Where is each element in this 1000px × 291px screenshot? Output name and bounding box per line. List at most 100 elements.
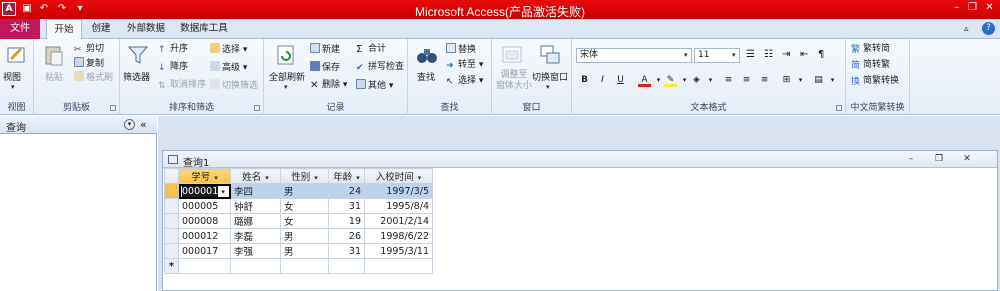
- goto-button[interactable]: ➜ 转至 ▾: [446, 59, 483, 71]
- refresh-all-icon[interactable]: [274, 43, 298, 67]
- alt-row-color-dropdown-icon[interactable]: ▾: [826, 73, 839, 87]
- refresh-all-button[interactable]: 全部刷新: [269, 70, 305, 83]
- table-cell-name[interactable]: 璐娜: [230, 213, 281, 229]
- switch-windows-dropdown-icon[interactable]: ▾: [546, 83, 550, 91]
- filter-icon[interactable]: [126, 43, 150, 67]
- table-cell-student-id[interactable]: 000012: [178, 228, 231, 244]
- copy-button[interactable]: 复制: [74, 57, 104, 70]
- row-selector[interactable]: [164, 243, 179, 259]
- column-dropdown-icon[interactable]: ▾: [356, 174, 360, 182]
- table-cell-age[interactable]: 24: [328, 183, 365, 199]
- sort-filter-launcher-icon[interactable]: [254, 105, 260, 111]
- new-record-button[interactable]: 新建: [310, 43, 340, 56]
- table-cell-enroll-date[interactable]: 2001/2/14: [364, 213, 433, 229]
- tab-home[interactable]: 开始: [46, 19, 82, 40]
- ribbon-minimize-icon[interactable]: ▵: [964, 23, 969, 35]
- view-icon[interactable]: [5, 43, 29, 67]
- column-dropdown-icon[interactable]: ▾: [265, 174, 269, 182]
- restore-icon[interactable]: ❐: [966, 1, 979, 15]
- sort-ascending-button[interactable]: ↑ 升序: [158, 43, 188, 55]
- new-record-row[interactable]: *: [164, 258, 433, 274]
- bold-button[interactable]: B: [578, 73, 591, 87]
- table-cell-enroll-date[interactable]: 1995/3/11: [364, 243, 433, 259]
- select-all-corner[interactable]: [164, 168, 179, 184]
- switch-windows-icon[interactable]: [538, 43, 562, 67]
- table-cell-student-id[interactable]: [178, 258, 231, 274]
- query-minimize-icon[interactable]: –: [905, 153, 917, 165]
- table-cell-enroll-date[interactable]: 1998/6/22: [364, 228, 433, 244]
- more-button[interactable]: 其他 ▾: [356, 79, 393, 92]
- nav-dropdown-icon[interactable]: ▾: [124, 119, 135, 130]
- minimize-icon[interactable]: –: [950, 1, 963, 15]
- select-button[interactable]: ↖ 选择 ▾: [446, 75, 483, 87]
- size-to-fit-icon[interactable]: [500, 43, 524, 67]
- paste-button[interactable]: 粘贴: [45, 70, 63, 83]
- table-row[interactable]: 000012 李磊 男 26 1998/6/22: [164, 228, 433, 244]
- background-color-icon[interactable]: ◈: [690, 73, 703, 87]
- font-size-dropdown-icon[interactable]: ▾: [732, 49, 736, 61]
- outdent-icon[interactable]: ⇤: [800, 49, 808, 61]
- selection-button[interactable]: 选择 ▾: [210, 43, 247, 56]
- switch-windows-button[interactable]: 切换窗口: [532, 70, 568, 83]
- help-icon[interactable]: ?: [982, 22, 995, 35]
- tab-external-data[interactable]: 外部数据: [122, 19, 170, 39]
- clipboard-launcher-icon[interactable]: [110, 105, 116, 111]
- align-left-icon[interactable]: ≡: [722, 73, 735, 87]
- align-right-icon[interactable]: ≡: [758, 73, 771, 87]
- table-cell-age[interactable]: 26: [328, 228, 365, 244]
- row-selector[interactable]: [164, 213, 179, 229]
- advanced-button[interactable]: 高级 ▾: [210, 61, 247, 74]
- new-record-marker[interactable]: *: [164, 258, 179, 274]
- size-to-fit-button[interactable]: 调整至 窗体大小: [496, 70, 532, 92]
- cell-dropdown-icon[interactable]: ▾: [221, 188, 225, 196]
- tab-database-tools[interactable]: 数据库工具: [174, 19, 234, 39]
- column-header-student-id[interactable]: 学号 ▾: [178, 168, 231, 184]
- column-header-gender[interactable]: 性别 ▾: [280, 168, 329, 184]
- column-dropdown-icon[interactable]: ▾: [214, 174, 218, 182]
- table-cell-name[interactable]: 李磊: [230, 228, 281, 244]
- find-button[interactable]: 查找: [417, 70, 435, 83]
- query-restore-icon[interactable]: ❐: [933, 153, 945, 165]
- table-cell-name[interactable]: 李四: [230, 183, 281, 199]
- numbering-icon[interactable]: ☷: [764, 49, 773, 61]
- row-selector[interactable]: [164, 228, 179, 244]
- totals-button[interactable]: Σ 合计: [356, 43, 386, 55]
- italic-button[interactable]: I: [596, 73, 609, 87]
- tab-create[interactable]: 创建: [86, 19, 116, 39]
- table-cell-age[interactable]: [328, 258, 365, 274]
- query-close-icon[interactable]: ✕: [961, 153, 973, 165]
- gridlines-icon[interactable]: ⊞: [780, 73, 793, 87]
- delete-record-button[interactable]: ✕ 删除 ▾: [310, 79, 347, 91]
- table-cell-gender[interactable]: 女: [280, 198, 329, 214]
- align-center-icon[interactable]: ≡: [740, 73, 753, 87]
- cut-button[interactable]: ✂ 剪切: [74, 43, 104, 55]
- toggle-filter-button[interactable]: 切换筛选: [210, 79, 258, 92]
- table-cell-student-id[interactable]: 000005: [178, 198, 231, 214]
- table-row[interactable]: 000017 李强 男 31 1995/3/11: [164, 243, 433, 259]
- table-cell-student-id[interactable]: 000008: [178, 213, 231, 229]
- table-cell-name[interactable]: 钟舒: [230, 198, 281, 214]
- table-cell-age[interactable]: 19: [328, 213, 365, 229]
- table-cell-student-id[interactable]: 000017: [178, 243, 231, 259]
- table-cell-gender[interactable]: [280, 258, 329, 274]
- view-dropdown-icon[interactable]: ▾: [11, 83, 15, 91]
- table-cell-enroll-date[interactable]: [364, 258, 433, 274]
- indent-icon[interactable]: ⇥: [782, 49, 790, 61]
- table-cell-gender[interactable]: 男: [280, 243, 329, 259]
- table-cell-age[interactable]: 31: [328, 198, 365, 214]
- underline-button[interactable]: U: [614, 73, 627, 87]
- spelling-button[interactable]: ✔ 拼写检查: [356, 61, 404, 73]
- row-selector[interactable]: [164, 183, 179, 199]
- format-painter-button[interactable]: 格式刷: [74, 71, 113, 84]
- table-cell-gender[interactable]: 女: [280, 213, 329, 229]
- gridlines-dropdown-icon[interactable]: ▾: [794, 73, 807, 87]
- table-cell-name[interactable]: [230, 258, 281, 274]
- simp-to-trad-button[interactable]: 简简转繁: [851, 59, 890, 71]
- binoculars-icon[interactable]: [415, 43, 439, 67]
- background-color-dropdown-icon[interactable]: ▾: [704, 73, 717, 87]
- column-header-name[interactable]: 姓名 ▾: [230, 168, 281, 184]
- rtl-icon[interactable]: ¶: [818, 49, 824, 61]
- table-cell-student-id[interactable]: 000001 ▾: [178, 183, 231, 199]
- font-family-select[interactable]: 宋体: [576, 48, 692, 63]
- table-row[interactable]: 000005 钟舒 女 31 1995/8/4: [164, 198, 433, 214]
